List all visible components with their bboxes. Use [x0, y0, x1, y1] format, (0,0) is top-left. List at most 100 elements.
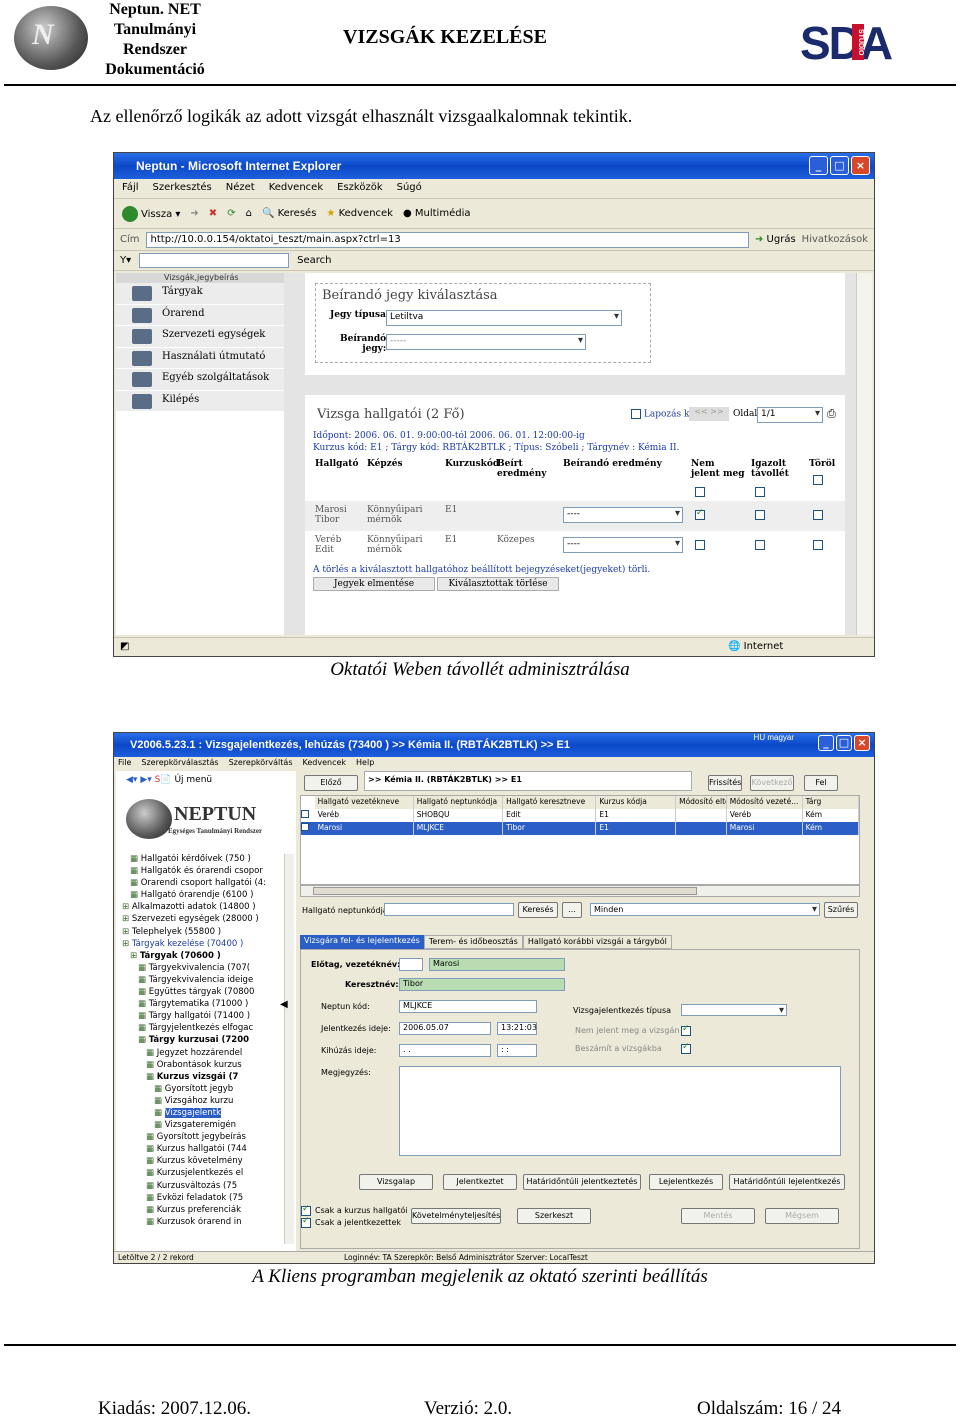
tree-item[interactable]: ⊞ Szervezeti egységek (28000 ) — [116, 914, 284, 926]
back-icon[interactable]: ◀▾ — [126, 775, 137, 785]
toolbar-search-button[interactable]: Search — [297, 255, 331, 266]
tree-item[interactable]: ▦ Kurzusjelentkezés el — [116, 1168, 284, 1180]
search-dots-button[interactable]: ... — [562, 902, 582, 918]
print-icon[interactable]: ⎙ — [827, 407, 836, 421]
row-delete-checkbox[interactable] — [813, 510, 823, 520]
row-grade-select[interactable]: ---- — [563, 507, 683, 523]
tree-item[interactable]: ▦ Jegyzet hozzárendel — [116, 1048, 284, 1060]
tree-item[interactable]: ⊞ Alkalmazotti adatok (14800 ) — [116, 902, 284, 914]
page-prev-button[interactable]: << >> — [689, 407, 729, 421]
signup-time-input[interactable]: 13:21:03 — [497, 1022, 537, 1035]
late-withdraw-button[interactable]: Határidőntúli lejelentkezés — [729, 1174, 845, 1190]
col-student[interactable]: Hallgató — [315, 459, 358, 469]
menu-file[interactable]: File — [118, 758, 131, 770]
cancel-button[interactable]: Mégsem — [765, 1208, 839, 1224]
favorites-button[interactable]: ★ Kedvencek — [326, 208, 393, 219]
home-icon[interactable]: ⌂ — [246, 208, 252, 219]
sidebar-item-org-units[interactable]: Szervezeti egységek — [116, 326, 284, 348]
grid-column-header[interactable]: Módosító vezeté... — [726, 796, 803, 809]
tree-item[interactable]: ▦ Kurzusváltozás (75 — [116, 1181, 284, 1193]
forward-icon[interactable]: ▶▾ — [140, 775, 151, 785]
grid-column-header[interactable]: Hallgató neptunkódja — [413, 796, 504, 809]
withdraw-button[interactable]: Lejelentkezés — [649, 1174, 723, 1190]
tree-item[interactable]: ▦ Kurzusok órarend in — [116, 1217, 284, 1229]
media-button[interactable]: ● Multimédia — [403, 208, 471, 219]
back-button[interactable]: Vissza ▾ — [122, 205, 180, 222]
next-button[interactable]: Következő — [750, 775, 794, 791]
menu-help[interactable]: Help — [356, 758, 374, 770]
tree-item[interactable]: ▦ Vizsgához kurzu — [116, 1096, 284, 1108]
splitter-arrow-icon[interactable]: ◀ — [280, 999, 288, 1010]
minimize-icon[interactable]: _ — [818, 735, 834, 751]
tree-item[interactable]: ▦ Tárgyekvivalencia ideige — [116, 975, 284, 987]
row-absent-checkbox[interactable] — [695, 508, 705, 520]
grid-column-header[interactable]: Hallgató vezetékneve — [314, 796, 414, 809]
tree-item[interactable]: ⊞ Tárgyak (70600 ) — [116, 951, 284, 963]
only-signed-checkbox[interactable] — [301, 1216, 311, 1228]
tree-item[interactable]: ▦ Órarendi csoport hallgatói (4: — [116, 878, 284, 890]
filter-button[interactable]: Szűrés — [824, 902, 858, 918]
menu-favorites[interactable]: Kedvencek — [303, 758, 347, 770]
stop-icon[interactable]: ✖ — [209, 208, 217, 219]
go-button[interactable]: ➜ Ugrás — [755, 234, 796, 245]
close-icon[interactable]: × — [854, 735, 870, 751]
grade-type-select[interactable]: Letiltva — [386, 310, 622, 326]
tree-item[interactable]: ▦ Vizsgateremigén — [116, 1120, 284, 1132]
row-excused-checkbox[interactable] — [755, 540, 765, 550]
language-select[interactable]: HU magyar — [754, 733, 794, 742]
late-signup-button[interactable]: Határidőntúli jelentkeztetés — [523, 1174, 641, 1190]
tree-item[interactable]: ▦ Hallgatói kérdőívek (750 ) — [116, 854, 284, 866]
sidebar-item-timetable[interactable]: Órarend — [116, 304, 284, 326]
tree-item[interactable]: ▦ Gyorsított jegyb — [116, 1084, 284, 1096]
tree-item[interactable]: ▦ Tárgy kurzusai (7200 — [116, 1035, 284, 1047]
withdraw-time-input[interactable]: : : — [497, 1044, 537, 1057]
tree-item[interactable]: ▦ Hallgatók és órarendi csopor — [116, 866, 284, 878]
minimize-icon[interactable]: _ — [809, 156, 828, 175]
menu-help[interactable]: Súgó — [397, 182, 422, 195]
maximize-icon[interactable]: □ — [836, 735, 852, 751]
tree-scrollbar[interactable] — [284, 854, 294, 1244]
prefix-input[interactable] — [399, 958, 423, 971]
row-checkbox[interactable] — [301, 823, 309, 831]
delete-all-checkbox[interactable] — [813, 475, 823, 485]
delete-selected-button[interactable]: Kiválasztottak törlése — [437, 577, 559, 591]
grid-column-header[interactable]: Hallgató keresztneve — [503, 796, 597, 809]
tab-rooms[interactable]: Terem- és időbeosztás — [423, 935, 523, 949]
tree-item[interactable]: ▦ Kurzus vizsgái (7 — [116, 1072, 284, 1084]
table-row[interactable]: Marosi MLJKCE Tibor E1 Marosi Kém — [301, 822, 860, 835]
save-button[interactable]: Mentés — [681, 1208, 755, 1224]
search-button[interactable]: Keresés — [518, 902, 558, 918]
excused-all-checkbox[interactable] — [755, 487, 765, 497]
menu-file[interactable]: Fájl — [122, 182, 139, 195]
tree-item[interactable]: ▦ Tárgyekvivalencia (707( — [116, 963, 284, 975]
only-course-checkbox[interactable] — [301, 1204, 311, 1216]
menu-favorites[interactable]: Kedvencek — [269, 182, 323, 195]
tree-item[interactable]: ▦ Tárgyjelentkezés elfogac — [116, 1023, 284, 1035]
maximize-icon[interactable]: □ — [830, 156, 849, 175]
counts-checkbox[interactable] — [681, 1042, 691, 1054]
sidebar-item-logout[interactable]: Kilépés — [116, 390, 284, 412]
grid-hscrollbar[interactable] — [300, 885, 860, 897]
signup-button[interactable]: Jelentkeztet — [443, 1174, 517, 1190]
sidebar-item-manual[interactable]: Használati útmutató — [116, 347, 284, 369]
grade-value-select[interactable]: ----- — [386, 334, 586, 350]
sidebar-item-exams[interactable]: Vizsgák,jegybeírás — [116, 273, 284, 283]
up-button[interactable]: Fel — [804, 775, 838, 791]
menu-role-change[interactable]: Szerepkörváltás — [229, 758, 293, 770]
row-checkbox[interactable] — [301, 810, 309, 818]
search-button[interactable]: 🔍 Keresés — [262, 208, 316, 219]
menu-tools[interactable]: Eszközök — [337, 182, 383, 195]
grid-column-header[interactable]: Módosító eltolagja — [676, 796, 727, 809]
tab-signup[interactable]: Vizsgára fel- és lejelentkezés — [300, 935, 424, 949]
absent-checkbox[interactable] — [681, 1024, 691, 1036]
menu-edit[interactable]: Szerkesztés — [153, 182, 212, 195]
address-input[interactable]: http://10.0.0.154/oktatoi_teszt/main.asp… — [145, 231, 749, 248]
tree-item[interactable]: ⊞ Tárgyak kezelése (70400 ) — [116, 939, 284, 951]
tree-item[interactable]: ▦ Hallgató órarendje (6100 ) — [116, 890, 284, 902]
edit-button[interactable]: Szerkeszt — [517, 1208, 591, 1224]
surname-input[interactable]: Marosi — [429, 958, 565, 971]
tree-item[interactable]: ▦ Vizsgajelentk — [116, 1107, 284, 1120]
save-grades-button[interactable]: Jegyek elmentése — [313, 577, 435, 591]
code-input[interactable]: MLJKCE — [399, 1000, 537, 1013]
note-textarea[interactable] — [399, 1066, 841, 1156]
